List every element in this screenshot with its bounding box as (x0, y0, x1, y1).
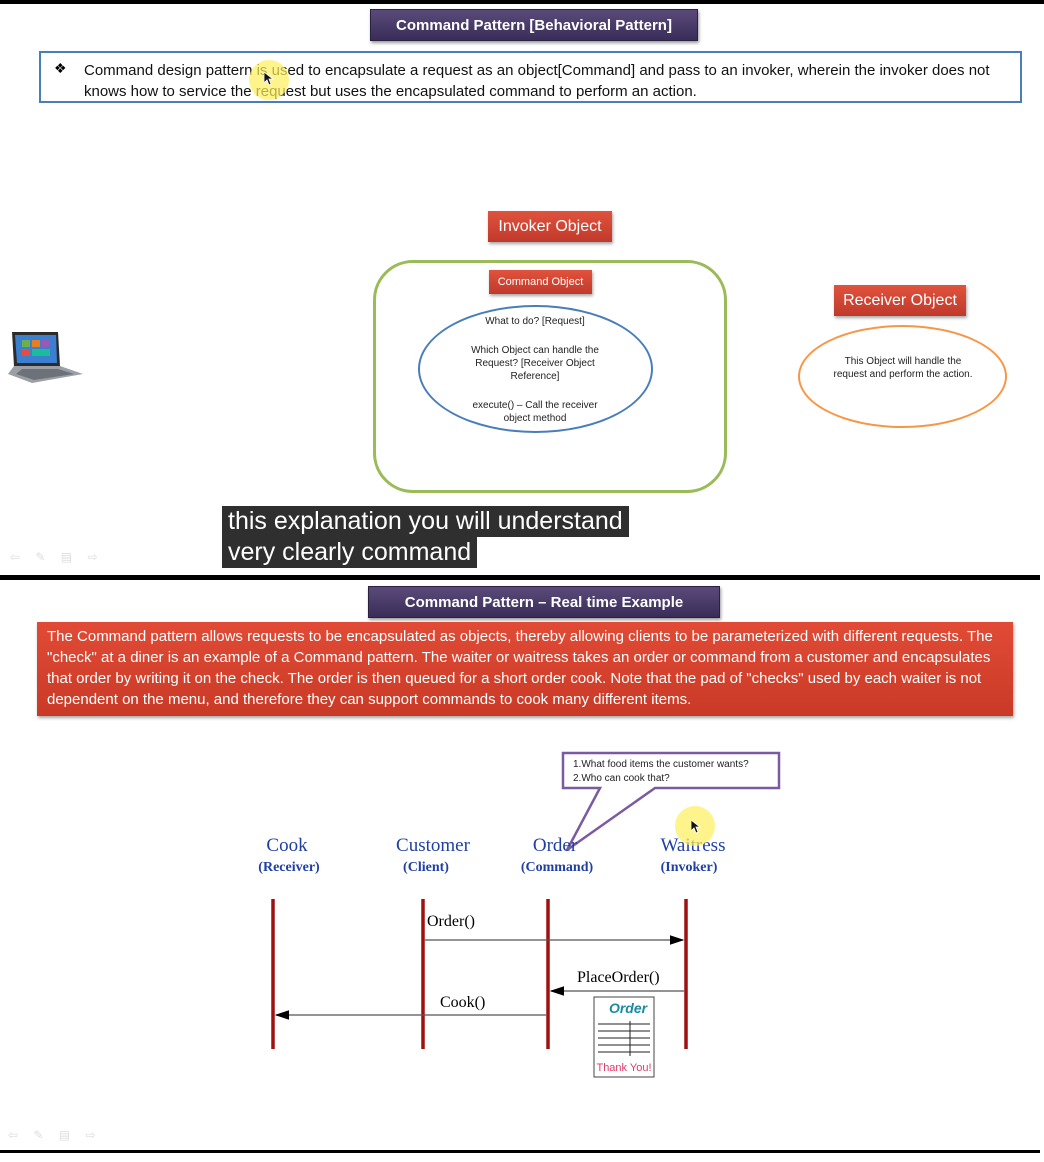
order-role: (Command) (520, 860, 594, 875)
receiver-oval-text: This Object will handle the request and … (833, 356, 973, 380)
slide2-title: Command Pattern – Real time Example (368, 586, 720, 618)
order-message-label: Order() (427, 913, 475, 930)
check-title: Order (608, 1000, 648, 1016)
definition-box: ❖ Command design pattern is used to enca… (39, 51, 1022, 103)
laptop-icon (8, 332, 83, 383)
slide1-nav-icons[interactable]: ⇦ ✎ ▤ ⇨ (10, 550, 104, 564)
command-execute-text: execute() – Call the receiver object met… (472, 400, 598, 424)
sequence-diagram (271, 751, 781, 1078)
place-order-message-label: PlaceOrder() (577, 969, 660, 986)
top-border (0, 0, 1044, 4)
slide1-title: Command Pattern [Behavioral Pattern] (370, 9, 698, 41)
mouse-cursor-icon (264, 72, 274, 86)
order-heading: Order (532, 835, 578, 856)
subtitle-line-2: very clearly command (222, 537, 478, 568)
definition-text: Command design pattern is used to encaps… (84, 62, 990, 100)
customer-heading: Customer (396, 835, 470, 856)
command-receiver-ref-text: Which Object can handle the Request? [Re… (471, 345, 599, 382)
example-text-box: The Command pattern allows requests to b… (37, 622, 1013, 716)
cook-heading: Cook (266, 835, 308, 856)
check-footer: Thank You! (596, 1062, 652, 1074)
cook-message-label: Cook() (440, 994, 486, 1011)
bottom-border (0, 1150, 1040, 1153)
slide-divider (0, 575, 1040, 580)
command-request-text: What to do? [Request] (485, 316, 585, 327)
command-object-label: Command Object (489, 270, 592, 294)
customer-role: (Client) (403, 860, 449, 875)
cook-role: (Receiver) (258, 860, 320, 875)
subtitle-line-1: this explanation you will understand (222, 506, 629, 537)
mouse-cursor-icon-2 (691, 820, 701, 834)
callout-line-2: 2.Who can cook that? (573, 773, 670, 784)
callout-line-1: 1.What food items the customer wants? (573, 759, 749, 770)
bullet-icon: ❖ (54, 60, 67, 76)
waitress-role: (Invoker) (660, 860, 718, 875)
slide2-nav-icons[interactable]: ⇦ ✎ ▤ ⇨ (8, 1128, 102, 1142)
invoker-object-label: Invoker Object (488, 211, 612, 242)
receiver-object-label: Receiver Object (834, 285, 966, 316)
